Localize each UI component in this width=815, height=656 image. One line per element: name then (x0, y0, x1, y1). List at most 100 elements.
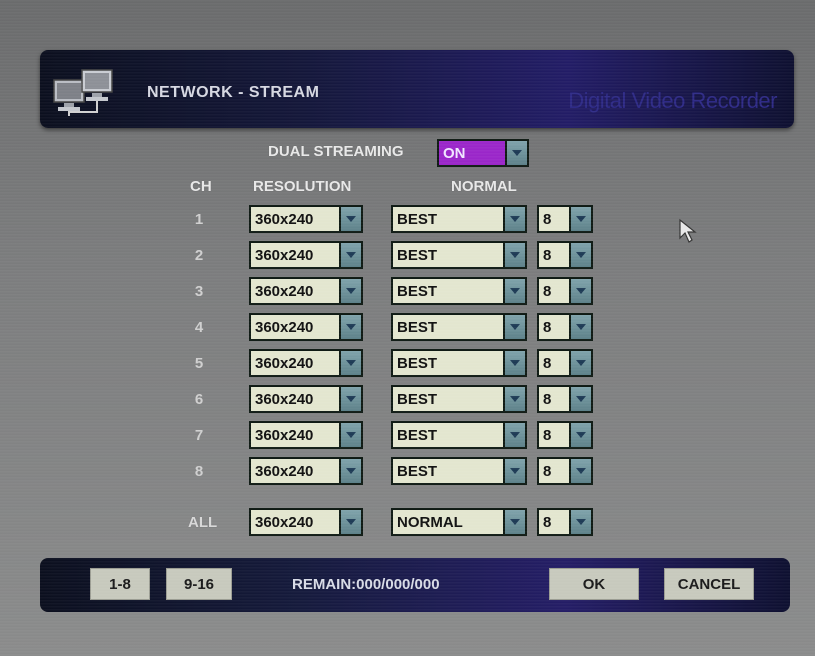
chevron-down-icon[interactable] (569, 243, 591, 267)
chevron-down-icon[interactable] (339, 459, 361, 483)
network-computers-icon (53, 69, 113, 116)
chevron-down-icon[interactable] (503, 315, 525, 339)
fps-select-ch2[interactable]: 8 (537, 241, 593, 269)
fps-select-all[interactable]: 8 (537, 508, 593, 536)
mouse-pointer-icon (679, 218, 697, 243)
fps-value: 8 (543, 282, 552, 300)
chevron-down-icon[interactable] (339, 243, 361, 267)
chevron-down-icon[interactable] (569, 279, 591, 303)
resolution-select-ch1[interactable]: 360x240 (249, 205, 363, 233)
quality-select-ch7[interactable]: BEST (391, 421, 527, 449)
fps-value: 8 (543, 210, 552, 228)
quality-value: BEST (397, 282, 438, 300)
chevron-down-icon[interactable] (503, 279, 525, 303)
page-9-16-button[interactable]: 9-16 (166, 568, 232, 600)
chevron-down-icon[interactable] (339, 207, 361, 231)
ok-button[interactable]: OK (549, 568, 639, 600)
resolution-select-ch4[interactable]: 360x240 (249, 313, 363, 341)
chevron-down-icon[interactable] (339, 315, 361, 339)
fps-select-ch5[interactable]: 8 (537, 349, 593, 377)
quality-value: BEST (397, 354, 438, 372)
quality-select-ch4[interactable]: BEST (391, 313, 527, 341)
fps-value: 8 (543, 462, 552, 480)
chevron-down-icon[interactable] (503, 243, 525, 267)
resolution-value: 360x240 (255, 318, 314, 336)
chevron-down-icon[interactable] (569, 459, 591, 483)
channel-number: 7 (194, 427, 204, 444)
chevron-down-icon[interactable] (339, 510, 361, 534)
resolution-select-all[interactable]: 360x240 (249, 508, 363, 536)
quality-value: BEST (397, 462, 438, 480)
fps-value: 8 (543, 390, 552, 408)
fps-select-ch3[interactable]: 8 (537, 277, 593, 305)
resolution-select-ch8[interactable]: 360x240 (249, 457, 363, 485)
chevron-down-icon[interactable] (339, 279, 361, 303)
fps-value: 8 (543, 318, 552, 336)
resolution-select-ch6[interactable]: 360x240 (249, 385, 363, 413)
page-1-8-button[interactable]: 1-8 (90, 568, 150, 600)
dual-streaming-select[interactable]: ON (437, 139, 529, 167)
chevron-down-icon[interactable] (569, 423, 591, 447)
fps-value: 8 (543, 246, 552, 264)
dual-streaming-label: DUAL STREAMING (268, 143, 404, 160)
all-label: ALL (188, 514, 218, 531)
quality-value: NORMAL (397, 513, 463, 531)
resolution-value: 360x240 (255, 246, 314, 264)
resolution-select-ch2[interactable]: 360x240 (249, 241, 363, 269)
chevron-down-icon[interactable] (503, 351, 525, 375)
resolution-value: 360x240 (255, 210, 314, 228)
chevron-down-icon[interactable] (503, 387, 525, 411)
page-title: NETWORK - STREAM (147, 84, 320, 101)
quality-select-ch6[interactable]: BEST (391, 385, 527, 413)
channel-number: 8 (194, 463, 204, 480)
fps-select-ch7[interactable]: 8 (537, 421, 593, 449)
fps-select-ch4[interactable]: 8 (537, 313, 593, 341)
quality-select-all[interactable]: NORMAL (391, 508, 527, 536)
quality-value: BEST (397, 390, 438, 408)
quality-select-ch8[interactable]: BEST (391, 457, 527, 485)
chevron-down-icon[interactable] (569, 510, 591, 534)
quality-select-ch3[interactable]: BEST (391, 277, 527, 305)
column-header-resolution: RESOLUTION (253, 178, 352, 195)
quality-value: BEST (397, 426, 438, 444)
resolution-value: 360x240 (255, 513, 314, 531)
chevron-down-icon[interactable] (569, 387, 591, 411)
channel-number: 1 (194, 211, 204, 228)
channel-number: 5 (194, 355, 204, 372)
quality-select-ch1[interactable]: BEST (391, 205, 527, 233)
chevron-down-icon[interactable] (505, 141, 527, 165)
column-header-ch: CH (190, 178, 212, 195)
chevron-down-icon[interactable] (339, 351, 361, 375)
cancel-button[interactable]: CANCEL (664, 568, 754, 600)
channel-number: 3 (194, 283, 204, 300)
fps-select-ch6[interactable]: 8 (537, 385, 593, 413)
dual-streaming-value: ON (443, 144, 466, 162)
fps-select-ch1[interactable]: 8 (537, 205, 593, 233)
quality-select-ch5[interactable]: BEST (391, 349, 527, 377)
chevron-down-icon[interactable] (503, 510, 525, 534)
resolution-value: 360x240 (255, 462, 314, 480)
quality-select-ch2[interactable]: BEST (391, 241, 527, 269)
brand-text: Digital Video Recorder (568, 88, 777, 113)
quality-value: BEST (397, 246, 438, 264)
channel-number: 4 (194, 319, 204, 336)
chevron-down-icon[interactable] (569, 207, 591, 231)
chevron-down-icon[interactable] (503, 423, 525, 447)
resolution-select-ch7[interactable]: 360x240 (249, 421, 363, 449)
chevron-down-icon[interactable] (339, 423, 361, 447)
resolution-value: 360x240 (255, 282, 314, 300)
quality-value: BEST (397, 318, 438, 336)
fps-select-ch8[interactable]: 8 (537, 457, 593, 485)
chevron-down-icon[interactable] (503, 459, 525, 483)
chevron-down-icon[interactable] (569, 351, 591, 375)
chevron-down-icon[interactable] (339, 387, 361, 411)
resolution-select-ch3[interactable]: 360x240 (249, 277, 363, 305)
resolution-select-ch5[interactable]: 360x240 (249, 349, 363, 377)
channel-number: 2 (194, 247, 204, 264)
chevron-down-icon[interactable] (569, 315, 591, 339)
remain-text: REMAIN:000/000/000 (292, 576, 440, 593)
chevron-down-icon[interactable] (503, 207, 525, 231)
fps-value: 8 (543, 354, 552, 372)
resolution-value: 360x240 (255, 354, 314, 372)
resolution-value: 360x240 (255, 426, 314, 444)
